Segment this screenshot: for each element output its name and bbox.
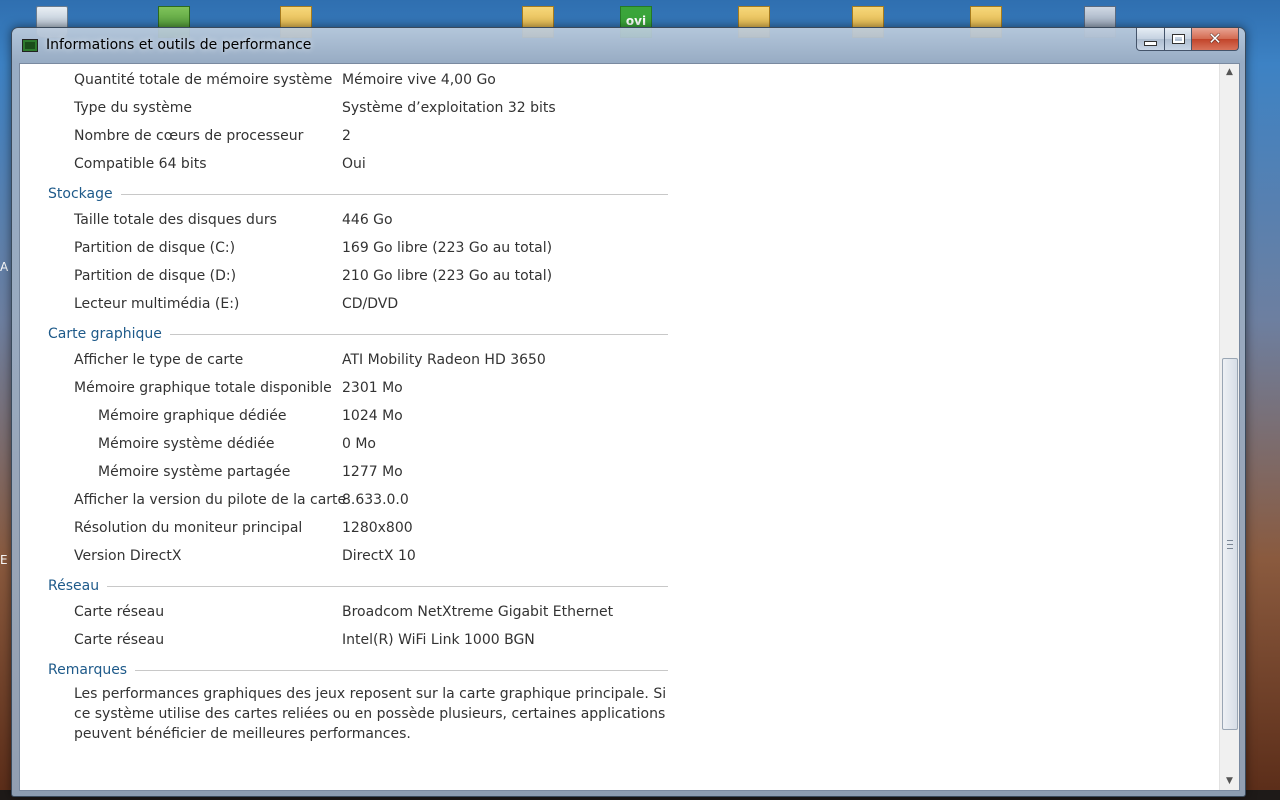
row-value: 2 [342, 128, 351, 144]
row-value: 1280x800 [342, 520, 413, 536]
section-divider [120, 193, 668, 195]
remarks-text: Les performances graphiques des jeux rep… [74, 686, 667, 742]
row-label: Partition de disque (C:) [74, 240, 236, 256]
section-title: Remarques [48, 662, 128, 678]
row-value: Intel(R) WiFi Link 1000 BGN [342, 632, 535, 648]
row-label: Afficher le type de carte [74, 352, 244, 368]
row-value: 0 Mo [342, 436, 377, 452]
row-value: 1277 Mo [342, 464, 403, 480]
row-value: 210 Go libre (223 Go au total) [342, 268, 553, 284]
row-value: Oui [342, 156, 366, 172]
section-header-graphics: Carte graphique [48, 324, 668, 344]
grip-icon [1227, 539, 1233, 549]
section-title: Stockage [48, 186, 113, 202]
row-value: ATI Mobility Radeon HD 3650 [342, 352, 546, 368]
row-value: 169 Go libre (223 Go au total) [342, 240, 553, 256]
client-area: Quantité totale de mémoire système Mémoi… [19, 63, 1240, 791]
row-value: 446 Go [342, 212, 393, 228]
section-divider [169, 333, 668, 335]
row-value: Broadcom NetXtreme Gigabit Ethernet [342, 604, 614, 620]
performance-window: Informations et outils de performance ✕ … [11, 27, 1246, 797]
section-header-remarks: Remarques [48, 660, 668, 680]
row-value: DirectX 10 [342, 548, 416, 564]
window-title: Informations et outils de performance [46, 37, 312, 53]
close-button[interactable]: ✕ [1192, 28, 1239, 51]
desktop-label-fragment: A [0, 260, 9, 274]
row-label: Version DirectX [74, 548, 182, 564]
row-label: Afficher la version du pilote de la cart… [74, 492, 347, 508]
row-label: Compatible 64 bits [74, 156, 207, 172]
section-title: Carte graphique [48, 326, 162, 342]
row-value: 2301 Mo [342, 380, 403, 396]
section-header-network: Réseau [48, 576, 668, 596]
row-label: Nombre de cœurs de processeur [74, 128, 304, 144]
row-label: Mémoire graphique totale disponible [74, 380, 332, 396]
caption-buttons: ✕ [1136, 28, 1239, 51]
system-info-content: Quantité totale de mémoire système Mémoi… [20, 64, 1218, 790]
maximize-icon [1171, 34, 1185, 44]
scroll-up-button[interactable]: ▲ [1220, 64, 1239, 81]
section-title: Réseau [48, 578, 100, 594]
scroll-down-button[interactable]: ▼ [1220, 773, 1239, 790]
title-bar[interactable]: Informations et outils de performance ✕ [12, 28, 1245, 62]
row-label: Mémoire système dédiée [98, 436, 275, 452]
row-label: Résolution du moniteur principal [74, 520, 303, 536]
row-value: Système d’exploitation 32 bits [342, 100, 556, 116]
minimize-icon [1144, 40, 1157, 46]
ovi-label: ovi [625, 14, 647, 28]
row-label: Partition de disque (D:) [74, 268, 237, 284]
vertical-scrollbar[interactable]: ▲ ▼ [1219, 64, 1239, 790]
row-label: Lecteur multimédia (E:) [74, 296, 240, 312]
chevron-down-icon: ▼ [1226, 776, 1233, 786]
maximize-button[interactable] [1165, 28, 1192, 51]
row-label: Mémoire graphique dédiée [98, 408, 287, 424]
desktop-label-fragment: E [0, 553, 8, 567]
row-label: Taille totale des disques durs [74, 212, 277, 228]
performance-app-icon[interactable] [22, 39, 38, 52]
row-label: Quantité totale de mémoire système [74, 72, 333, 88]
row-value: 1024 Mo [342, 408, 403, 424]
row-label: Type du système [74, 100, 193, 116]
row-label: Carte réseau [74, 604, 165, 620]
row-value: Mémoire vive 4,00 Go [342, 72, 496, 88]
section-header-storage: Stockage [48, 184, 668, 204]
row-label: Carte réseau [74, 632, 165, 648]
row-value: 8.633.0.0 [342, 492, 409, 508]
minimize-button[interactable] [1136, 28, 1165, 51]
section-divider [135, 669, 668, 671]
row-value: CD/DVD [342, 296, 399, 312]
close-icon: ✕ [1208, 29, 1222, 48]
scrollbar-thumb[interactable] [1222, 358, 1238, 730]
chevron-up-icon: ▲ [1226, 67, 1233, 77]
row-label: Mémoire système partagée [98, 464, 291, 480]
section-divider [107, 585, 668, 587]
